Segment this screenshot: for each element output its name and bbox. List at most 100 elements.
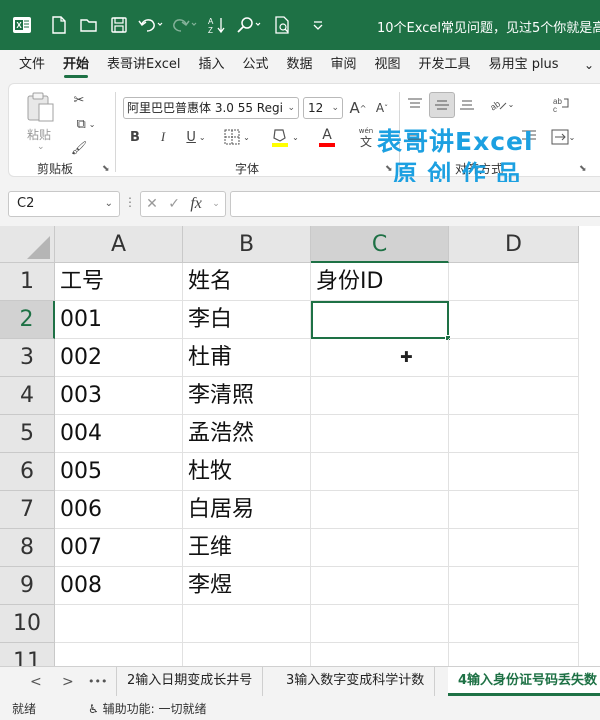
cell-d8[interactable] xyxy=(449,529,579,567)
cut-icon[interactable]: ✂ xyxy=(69,90,89,110)
cancel-icon[interactable]: ✕ xyxy=(146,196,158,212)
column-header-b[interactable]: B xyxy=(183,226,311,263)
chevron-down-icon[interactable]: ⌄ xyxy=(584,50,594,80)
select-all-button[interactable] xyxy=(0,226,55,263)
menu-view[interactable]: 视图 xyxy=(366,50,410,80)
fill-color-button[interactable]: ⌄ xyxy=(265,124,305,150)
cell-d4[interactable] xyxy=(449,377,579,415)
row-header-6[interactable]: 6 xyxy=(0,453,55,491)
align-middle-button[interactable] xyxy=(429,92,455,118)
sheet-prev-button[interactable]: < xyxy=(30,667,42,697)
row-header-10[interactable]: 10 xyxy=(0,605,55,643)
cell-c9[interactable] xyxy=(311,567,449,605)
cell-a2[interactable]: 001 xyxy=(55,301,183,339)
menu-file[interactable]: 文件 xyxy=(10,50,54,80)
open-icon[interactable] xyxy=(74,0,104,50)
find-icon[interactable] xyxy=(232,0,268,50)
copy-icon[interactable]: ⧉ ⌄ xyxy=(69,114,103,134)
sheet-tab-active[interactable]: 4输入身份证号码丢失数 xyxy=(448,667,600,696)
cell-a10[interactable] xyxy=(55,605,183,643)
cell-b2[interactable]: 李白 xyxy=(183,301,311,339)
cell-a6[interactable]: 005 xyxy=(55,453,183,491)
cell-b3[interactable]: 杜甫 xyxy=(183,339,311,377)
font-name-select[interactable]: 阿里巴巴普惠体 3.0 55 Regi ⌄ xyxy=(123,97,299,119)
wrap-text-button[interactable]: ab c xyxy=(549,92,573,116)
cell-c6[interactable] xyxy=(311,453,449,491)
font-size-select[interactable]: 12 ⌄ xyxy=(303,97,343,119)
column-header-d[interactable]: D xyxy=(449,226,579,263)
cell-b9[interactable]: 李煜 xyxy=(183,567,311,605)
row-header-4[interactable]: 4 xyxy=(0,377,55,415)
dialog-launcher-icon[interactable]: ⬊ xyxy=(579,164,587,174)
grow-font-button[interactable]: A ^ xyxy=(347,97,369,119)
cell-c11[interactable] xyxy=(311,643,449,666)
italic-button[interactable]: I xyxy=(153,126,173,148)
cell-c1[interactable]: 身份ID xyxy=(311,263,449,301)
align-bottom-button[interactable] xyxy=(457,94,477,114)
bold-button[interactable]: B xyxy=(125,126,145,148)
cell-d11[interactable] xyxy=(449,643,579,666)
sheet-tab[interactable]: 3输入数字变成科学计数 xyxy=(276,667,436,696)
menu-biaoge-excel[interactable]: 表哥讲Excel xyxy=(98,50,189,80)
cell-c5[interactable] xyxy=(311,415,449,453)
cell-c7[interactable] xyxy=(311,491,449,529)
cell-d7[interactable] xyxy=(449,491,579,529)
cell-b10[interactable] xyxy=(183,605,311,643)
undo-icon[interactable] xyxy=(134,0,168,50)
row-header-3[interactable]: 3 xyxy=(0,339,55,377)
row-header-2[interactable]: 2 xyxy=(0,301,55,339)
cell-b11[interactable] xyxy=(183,643,311,666)
row-header-11[interactable]: 11 xyxy=(0,643,55,666)
cell-b8[interactable]: 王维 xyxy=(183,529,311,567)
sort-icon[interactable]: AZ xyxy=(202,0,232,50)
sheet-next-button[interactable]: > xyxy=(62,667,74,697)
menu-insert[interactable]: 插入 xyxy=(189,50,233,80)
menu-review[interactable]: 审阅 xyxy=(322,50,366,80)
more-options-icon[interactable]: ⋮ xyxy=(124,195,136,209)
cell-c3[interactable] xyxy=(311,339,449,377)
cell-d6[interactable] xyxy=(449,453,579,491)
align-top-button[interactable] xyxy=(405,94,425,114)
insert-function-button[interactable]: fx xyxy=(190,195,202,213)
new-icon[interactable] xyxy=(44,0,74,50)
cell-d5[interactable] xyxy=(449,415,579,453)
cell-b5[interactable]: 孟浩然 xyxy=(183,415,311,453)
save-icon[interactable] xyxy=(104,0,134,50)
enter-icon[interactable]: ✓ xyxy=(168,196,180,212)
menu-home[interactable]: 开始 xyxy=(54,50,98,80)
active-cell[interactable] xyxy=(311,301,449,339)
cell-b7[interactable]: 白居易 xyxy=(183,491,311,529)
row-header-1[interactable]: 1 xyxy=(0,263,55,301)
cell-a1[interactable]: 工号 xyxy=(55,263,183,301)
sheet-tab[interactable]: 2输入日期变成长井号 xyxy=(116,667,264,696)
print-preview-icon[interactable] xyxy=(268,0,298,50)
orientation-button[interactable]: ab ⌄ xyxy=(483,92,519,116)
row-header-5[interactable]: 5 xyxy=(0,415,55,453)
cell-c8[interactable] xyxy=(311,529,449,567)
merge-center-button[interactable]: ⌄ xyxy=(545,126,581,148)
cell-d3[interactable] xyxy=(449,339,579,377)
cell-a11[interactable] xyxy=(55,643,183,666)
row-header-7[interactable]: 7 xyxy=(0,491,55,529)
dialog-launcher-icon[interactable]: ⬊ xyxy=(385,164,393,174)
cell-d2[interactable] xyxy=(449,301,579,339)
cell-c10[interactable] xyxy=(311,605,449,643)
cell-d1[interactable] xyxy=(449,263,579,301)
formula-input[interactable] xyxy=(230,191,600,217)
cell-d9[interactable] xyxy=(449,567,579,605)
redo-icon[interactable] xyxy=(168,0,202,50)
row-header-9[interactable]: 9 xyxy=(0,567,55,605)
more-icon[interactable] xyxy=(298,0,338,50)
menu-formulas[interactable]: 公式 xyxy=(233,50,277,80)
cell-b1[interactable]: 姓名 xyxy=(183,263,311,301)
borders-button[interactable]: ⌄ xyxy=(219,126,255,148)
underline-button[interactable]: U ⌄ xyxy=(179,126,213,148)
cell-a8[interactable]: 007 xyxy=(55,529,183,567)
cell-c4[interactable] xyxy=(311,377,449,415)
cell-a4[interactable]: 003 xyxy=(55,377,183,415)
shrink-font-button[interactable]: Aˇ xyxy=(371,97,393,119)
menu-data[interactable]: 数据 xyxy=(278,50,322,80)
accessibility-status[interactable]: ♿ 辅助功能: 一切就绪 xyxy=(88,700,206,717)
menu-developer[interactable]: 开发工具 xyxy=(410,50,480,80)
cell-a7[interactable]: 006 xyxy=(55,491,183,529)
